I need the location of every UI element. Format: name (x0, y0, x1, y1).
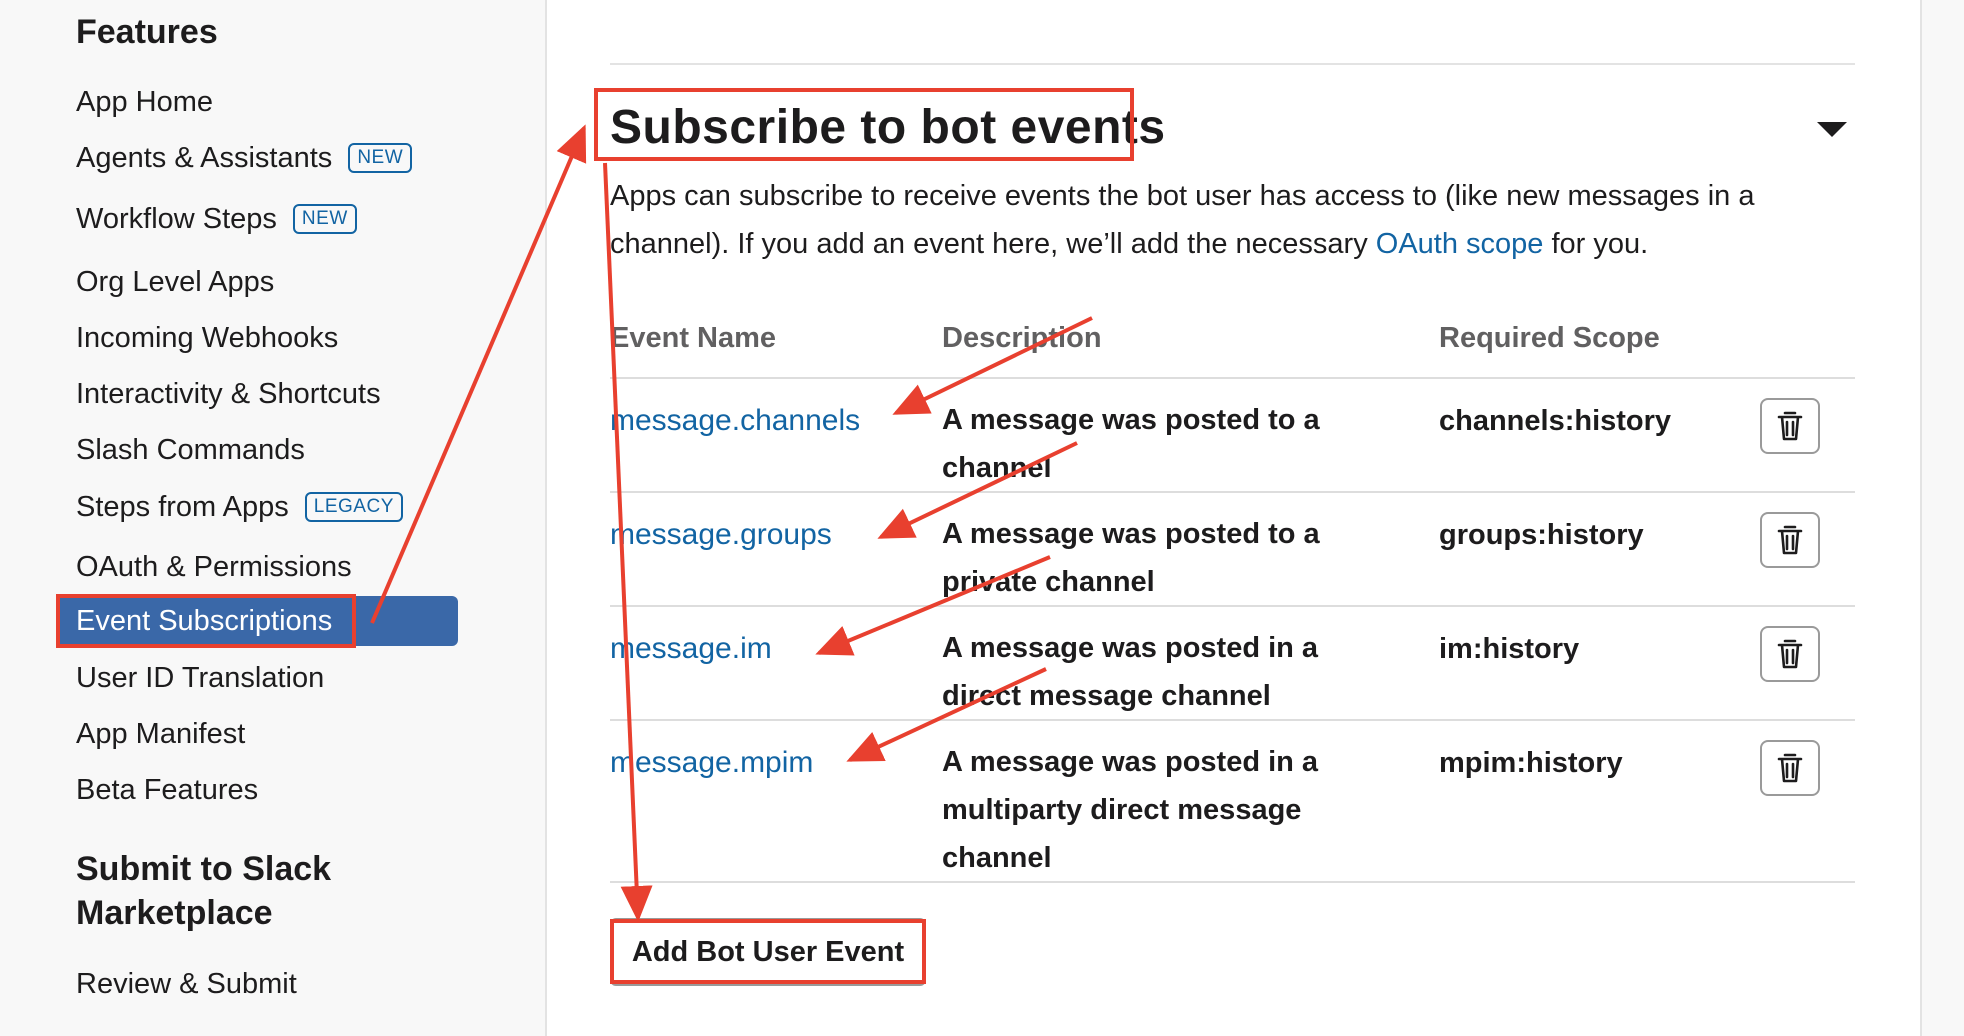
annotation-arrow (370, 124, 587, 624)
annotation-arrow (846, 667, 1047, 762)
highlight-box (594, 88, 1134, 161)
annotation-arrow (877, 441, 1078, 539)
annotation-arrow (603, 162, 653, 922)
highlight-box (610, 919, 926, 984)
annotation-overlay (56, 88, 1134, 984)
highlight-box (56, 594, 356, 648)
annotation-arrow (892, 316, 1093, 415)
annotation-arrow (815, 555, 1051, 656)
